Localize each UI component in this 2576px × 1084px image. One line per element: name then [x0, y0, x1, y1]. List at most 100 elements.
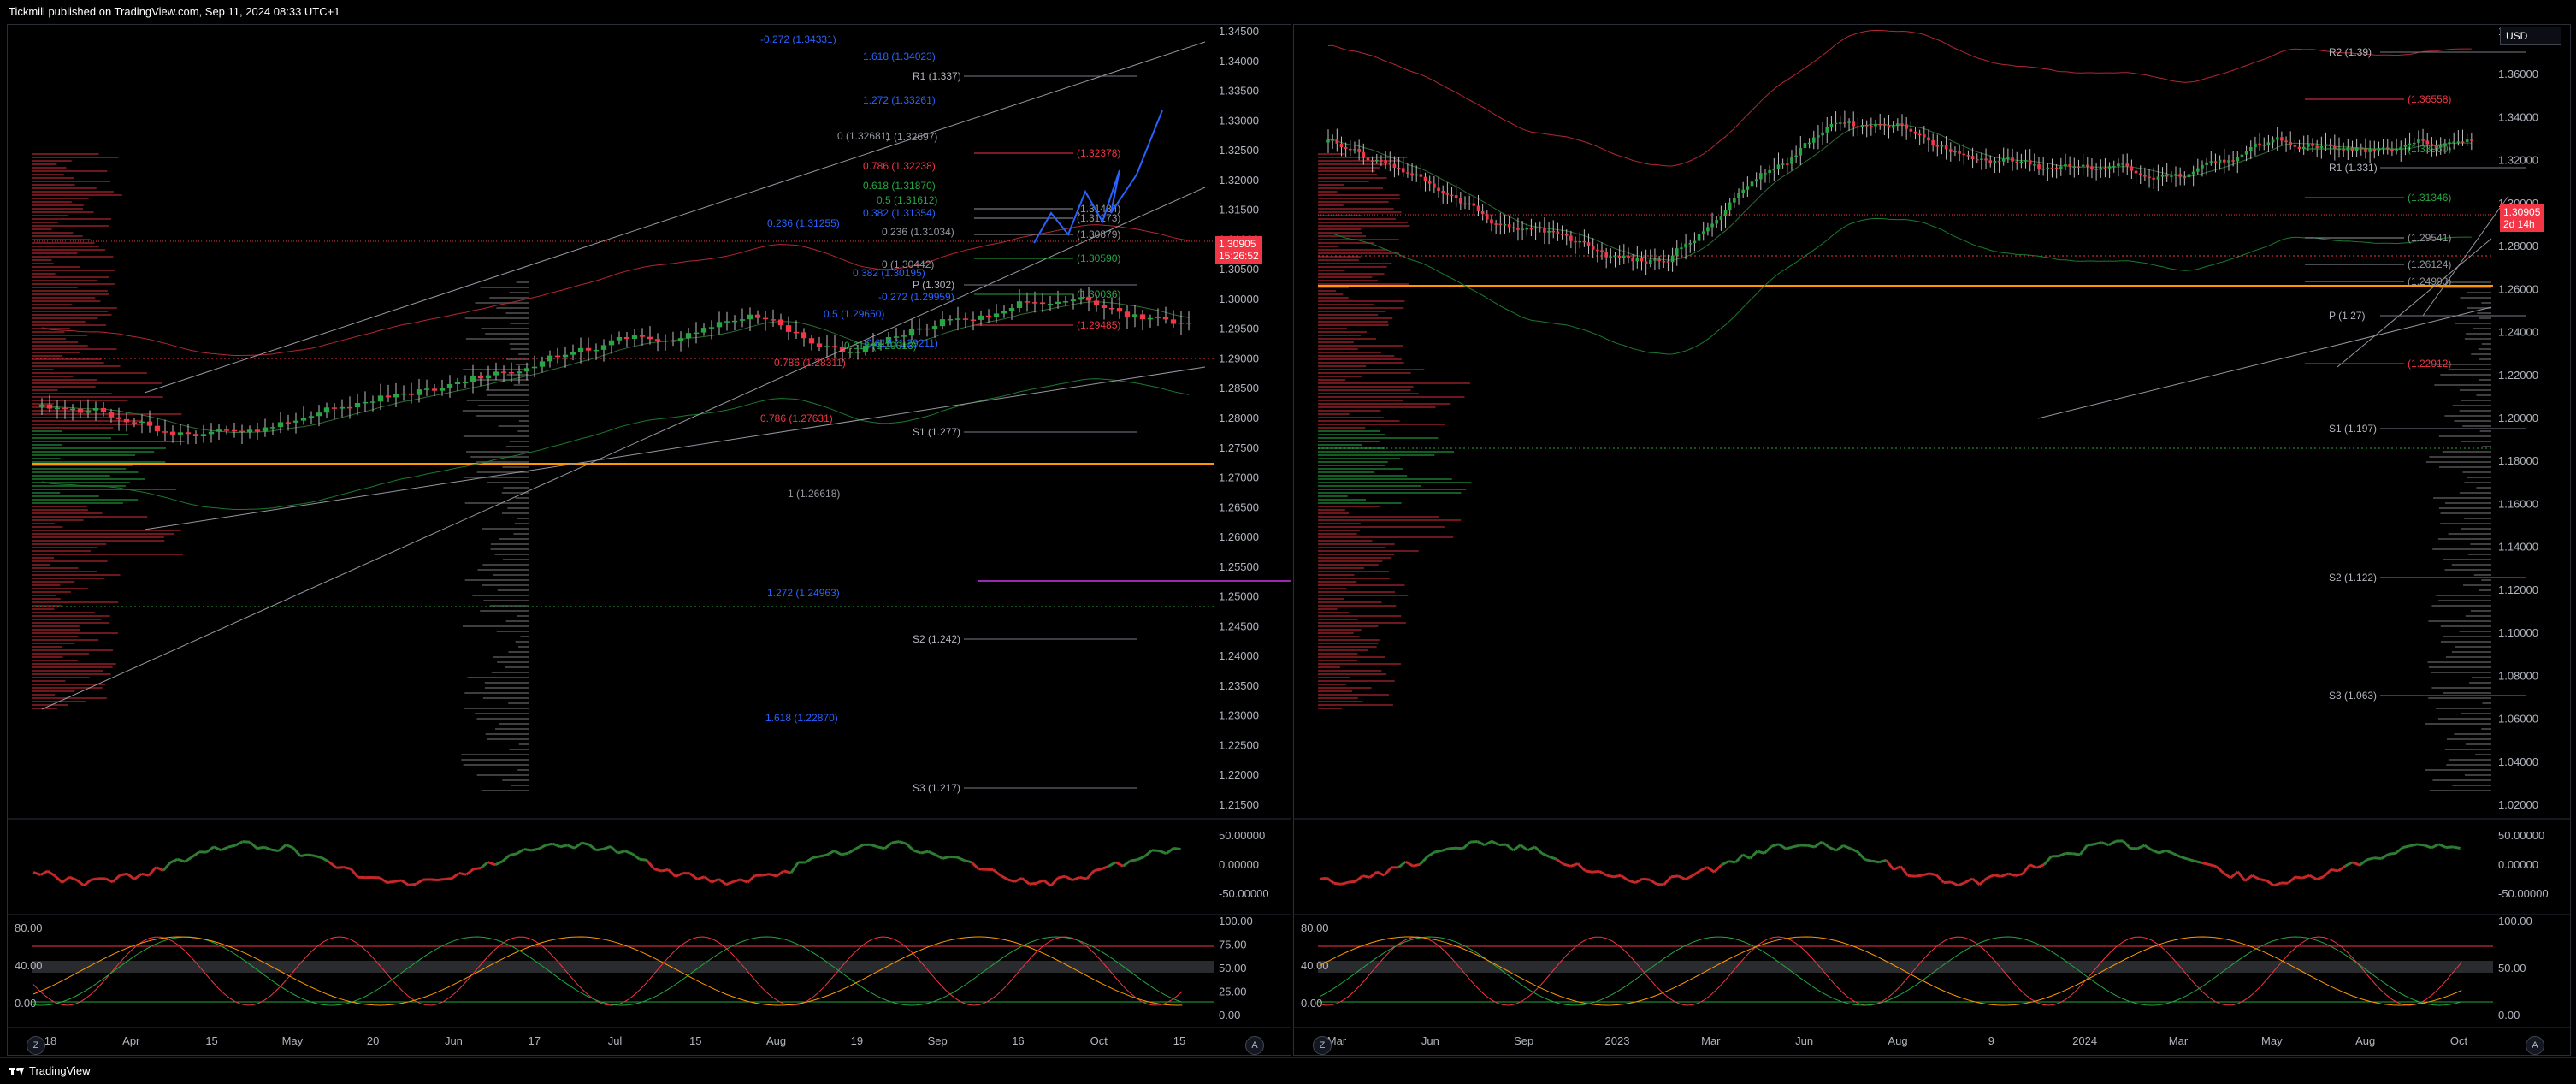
volume-profile-bar	[1318, 578, 1390, 579]
left-goto-start-button[interactable]: Z	[27, 1036, 45, 1055]
right-chart-pane[interactable]: 1.380001.360001.340001.320001.300001.280…	[1293, 24, 2571, 1056]
mid-band	[42, 302, 1189, 433]
candle-body	[432, 388, 437, 390]
oscillator-segment	[1858, 852, 1864, 860]
left-auto-scale-button[interactable]: A	[1245, 1036, 1264, 1055]
candle-body	[501, 371, 506, 373]
oscillator-segment	[2245, 875, 2252, 880]
time-axis-label: Sep	[1514, 1034, 1533, 1047]
oscillator-segment	[1657, 884, 1663, 885]
candle-body	[1148, 318, 1153, 320]
left-chart-pane[interactable]: 1.345001.340001.335001.330001.325001.320…	[7, 24, 1291, 1056]
volume-profile-bar	[32, 191, 114, 193]
stoch-axis-right-label: 0.00	[2498, 1009, 2520, 1022]
volume-profile-bar	[32, 447, 166, 449]
price-axis-label: 1.22000	[1219, 768, 1259, 781]
volume-profile-bar	[1318, 530, 1360, 531]
candle-body	[1025, 301, 1030, 303]
volume-profile-bar	[1318, 382, 1470, 384]
level-label: (1.29485)	[1077, 319, 1120, 331]
volume-profile-bar	[1318, 208, 1394, 210]
candle-body	[1583, 241, 1586, 243]
oscillator-segment	[1116, 862, 1123, 866]
session-volume-bar	[491, 548, 529, 550]
oscillator-segment	[69, 877, 76, 880]
session-volume-bar	[2434, 384, 2491, 386]
right-auto-scale-button[interactable]: A	[2526, 1036, 2544, 1055]
candle-body	[2152, 178, 2155, 180]
candle-body	[2333, 146, 2337, 149]
right-goto-start-button[interactable]: Z	[1313, 1036, 1332, 1055]
candle-body	[2033, 164, 2036, 166]
oscillator-segment	[1022, 878, 1029, 884]
candle-body	[1473, 204, 1476, 206]
oscillator-segment	[791, 862, 798, 873]
fib-label: 0.382 (1.31354)	[863, 207, 936, 219]
oscillator-segment	[2274, 883, 2281, 886]
candle-body	[1574, 241, 1577, 243]
oscillator-segment	[1320, 878, 1326, 879]
candle-body	[1420, 175, 1423, 177]
volume-profile-bar	[32, 300, 100, 302]
candle-body	[2051, 168, 2054, 169]
candle-body	[1486, 214, 1489, 219]
oscillator-segment	[712, 879, 718, 882]
oscillator-segment	[510, 854, 517, 856]
candle-body	[1808, 143, 1811, 145]
candle-body	[1140, 314, 1145, 319]
volume-profile-bar	[32, 317, 98, 319]
oscillator-segment	[1123, 861, 1130, 866]
oscillator-segment	[1915, 875, 1922, 876]
candle-body	[1179, 323, 1184, 324]
volume-profile-bar	[1318, 454, 1434, 456]
oscillator-segment	[2123, 841, 2130, 849]
session-volume-bar	[2439, 466, 2491, 468]
volume-profile-bar	[32, 625, 80, 627]
candle-body	[417, 389, 422, 395]
session-volume-bar	[2464, 518, 2491, 519]
price-axis-label: 1.30500	[1219, 263, 1259, 275]
volume-profile-bar	[1318, 187, 1383, 189]
candle-body	[1534, 228, 1538, 229]
left-chart-canvas[interactable]: 1.345001.340001.335001.330001.325001.320…	[8, 25, 1291, 1055]
candle-body	[1799, 148, 1802, 156]
oscillator-segment	[1900, 867, 1907, 876]
volume-profile-bar	[1318, 612, 1349, 613]
volume-profile-bar	[32, 379, 97, 381]
level-label: (1.36558)	[2408, 93, 2451, 105]
volume-profile-bar	[32, 540, 164, 542]
candle-body	[1941, 145, 1944, 147]
oscillator-segment	[2396, 848, 2402, 854]
right-chart-canvas[interactable]: 1.380001.360001.340001.320001.300001.280…	[1294, 25, 2570, 1055]
oscillator-segment	[1894, 867, 1900, 870]
session-volume-bar	[2443, 692, 2491, 694]
time-axis-label: Aug	[766, 1034, 786, 1047]
stoch-band	[1318, 961, 2493, 973]
oscillator-segment	[928, 851, 935, 855]
volume-profile-bar	[1318, 317, 1392, 319]
tradingview-brand[interactable]: TradingView	[9, 1064, 91, 1077]
session-volume-bar	[2462, 471, 2491, 473]
session-volume-bar	[2452, 785, 2491, 786]
volume-profile-bar	[1318, 290, 1336, 292]
session-volume-bar	[2480, 430, 2491, 432]
session-volume-bar	[503, 487, 529, 489]
oscillator-segment	[322, 858, 329, 862]
volume-profile-bar	[32, 554, 183, 555]
oscillator-segment	[1929, 874, 1936, 875]
rsi-axis-label: 0.00000	[1219, 858, 1259, 871]
oscillator-segment	[1079, 877, 1086, 879]
session-volume-bar	[468, 677, 529, 678]
candle-body	[2276, 137, 2279, 139]
volume-profile-bar	[1318, 246, 1338, 247]
time-axis-label: May	[282, 1034, 304, 1047]
candle-body	[2041, 169, 2045, 170]
price-axis-label: 1.06000	[2498, 713, 2538, 726]
candle-body	[2249, 147, 2253, 151]
currency-button[interactable]: USD	[2500, 27, 2561, 45]
oscillator-segment	[871, 844, 877, 847]
oscillator-segment	[611, 846, 617, 853]
session-volume-bar	[2454, 420, 2491, 422]
volume-profile-bar	[1318, 170, 1375, 172]
candle-body	[1125, 311, 1130, 317]
